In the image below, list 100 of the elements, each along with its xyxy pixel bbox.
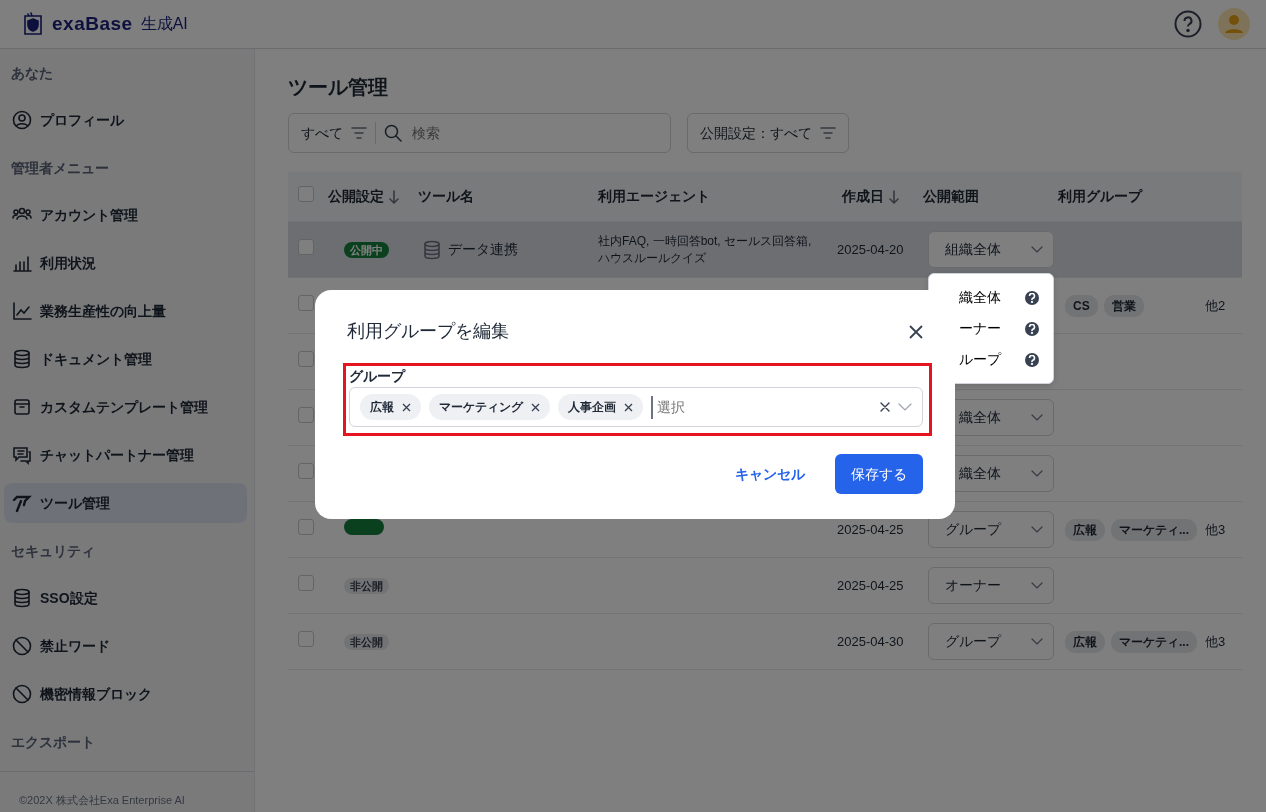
- column-header: 公開範囲: [923, 187, 979, 206]
- scope-select[interactable]: グループ: [928, 511, 1054, 548]
- chat-icon: [12, 445, 32, 465]
- row-checkbox[interactable]: [298, 518, 314, 535]
- remove-icon[interactable]: [531, 402, 540, 412]
- group-tag: マーケティ...: [1111, 518, 1197, 541]
- cancel-button[interactable]: キャンセル: [729, 462, 811, 486]
- chevron-icon: [1031, 637, 1043, 646]
- clear-icon: [880, 402, 890, 412]
- sidebar-item[interactable]: SSO設定: [4, 578, 247, 618]
- chevron-icon: [898, 403, 912, 411]
- chevron-icon: [1031, 581, 1043, 590]
- person-icon: [1223, 13, 1245, 35]
- section-heading: セキュリティ: [10, 542, 96, 561]
- scope-select[interactable]: グループ: [928, 623, 1054, 660]
- status-tag: 公開中: [344, 241, 389, 258]
- modal-title: 利用グループを編集: [347, 320, 509, 343]
- sidebar-item[interactable]: チャットパートナー管理: [4, 435, 247, 475]
- group-tag: マーケティ...: [1111, 630, 1197, 653]
- visibility-filter[interactable]: 公開設定：すべて: [687, 113, 849, 153]
- line-chart-icon: [12, 301, 32, 321]
- scope-select[interactable]: オーナー: [928, 567, 1054, 604]
- save-button[interactable]: 保存する: [835, 454, 923, 494]
- column-header: 作成日: [842, 187, 884, 206]
- sidebar-item[interactable]: 機密情報ブロック: [4, 674, 247, 714]
- help-icon: [1025, 352, 1039, 367]
- shield-logo-icon: [22, 12, 44, 36]
- date-text: 2025-04-25: [836, 521, 904, 537]
- group-tag[interactable]: 広報: [360, 394, 421, 420]
- section-heading: エクスポート: [10, 733, 96, 752]
- box-icon: [12, 397, 32, 417]
- column-header: 利用グループ: [1058, 187, 1142, 206]
- row-checkbox[interactable]: [298, 238, 314, 255]
- column-header: ツール名: [418, 187, 474, 206]
- remove-icon[interactable]: [624, 402, 633, 412]
- sidebar-item[interactable]: 業務生産性の向上量: [4, 291, 247, 331]
- chevron-icon: [1031, 469, 1043, 478]
- tool-name: データ連携: [448, 240, 518, 259]
- database-icon: [422, 239, 440, 260]
- search-input[interactable]: 検索: [410, 121, 610, 145]
- date-text: 2025-04-20: [836, 241, 904, 257]
- more-count: 他3: [1205, 520, 1226, 539]
- sidebar-item[interactable]: プロフィール: [4, 100, 247, 140]
- filter-icon: [820, 127, 836, 139]
- chevron-icon: [1031, 525, 1043, 534]
- group-tag: 広報: [1065, 518, 1105, 541]
- row-checkbox[interactable]: [298, 406, 314, 423]
- bar-chart-icon: [12, 253, 32, 273]
- group-tag: 広報: [1065, 630, 1105, 653]
- more-count: 他3: [1205, 632, 1226, 651]
- help-icon: [1025, 321, 1039, 336]
- row-checkbox[interactable]: [298, 462, 314, 479]
- section-heading: 管理者メニュー: [10, 159, 110, 178]
- close-button[interactable]: [909, 324, 923, 339]
- database-icon: [12, 349, 32, 369]
- select-all-checkbox[interactable]: [298, 185, 314, 202]
- chevron-icon: [1031, 245, 1043, 254]
- logo-text: exaBase: [52, 11, 133, 36]
- status-tag: 非公開: [344, 577, 389, 594]
- filter-icon: [351, 127, 367, 139]
- sidebar-item[interactable]: カスタムテンプレート管理: [4, 387, 247, 427]
- sidebar-item[interactable]: 利用状況: [4, 243, 247, 283]
- tool-icon: [12, 493, 32, 513]
- field-label: グループ: [349, 367, 407, 386]
- logo-suffix: 生成AI: [140, 14, 188, 34]
- prohibited-icon: [12, 636, 32, 656]
- user-icon: [12, 110, 32, 130]
- group-tag: CS: [1065, 294, 1098, 317]
- section-heading: あなた: [10, 64, 54, 83]
- help-icon: [1025, 290, 1039, 305]
- row-checkbox[interactable]: [298, 630, 314, 647]
- search-field[interactable]: すべて 検索: [288, 113, 671, 153]
- sidebar-item[interactable]: ドキュメント管理: [4, 339, 247, 379]
- prohibited-icon: [12, 684, 32, 704]
- status-tag: 非公開: [344, 633, 389, 650]
- copyright-text: ©202X 株式会社Exa Enterprise AI: [19, 794, 185, 806]
- date-text: 2025-04-30: [836, 633, 904, 649]
- row-checkbox[interactable]: [298, 294, 314, 311]
- group-tag[interactable]: マーケティング: [429, 394, 550, 420]
- help-button[interactable]: [1174, 10, 1202, 38]
- column-header: 利用エージェント: [598, 187, 710, 206]
- group-select-field[interactable]: 広報 マーケティング 人事企画 選択: [349, 387, 923, 427]
- date-text: 2025-04-25: [836, 577, 904, 593]
- row-checkbox[interactable]: [298, 350, 314, 367]
- avatar-button[interactable]: [1218, 8, 1250, 40]
- database-icon: [12, 588, 32, 608]
- row-checkbox[interactable]: [298, 574, 314, 591]
- sidebar-item[interactable]: 禁止ワード: [4, 626, 247, 666]
- chevron-icon: [1031, 413, 1043, 422]
- page-title: ツール管理: [288, 75, 389, 99]
- group-tag[interactable]: 人事企画: [558, 394, 643, 420]
- sidebar-item[interactable]: ツール管理: [4, 483, 247, 523]
- remove-icon[interactable]: [402, 402, 411, 412]
- agent-list: 社内FAQ, 一時回答bot, セールス回答箱, ハウスルールクイズ: [598, 232, 828, 267]
- sidebar-item[interactable]: アカウント管理: [4, 195, 247, 235]
- scope-select[interactable]: 組織全体: [928, 231, 1054, 268]
- table-row[interactable]: 公開中 データ連携 社内FAQ, 一時回答bot, セールス回答箱, ハウスルールクイズ 2025-04-20 組織全体: [288, 222, 1242, 278]
- column-header: 公開設定: [328, 187, 384, 206]
- search-icon: [384, 124, 402, 142]
- group-tag: 営業: [1103, 294, 1144, 317]
